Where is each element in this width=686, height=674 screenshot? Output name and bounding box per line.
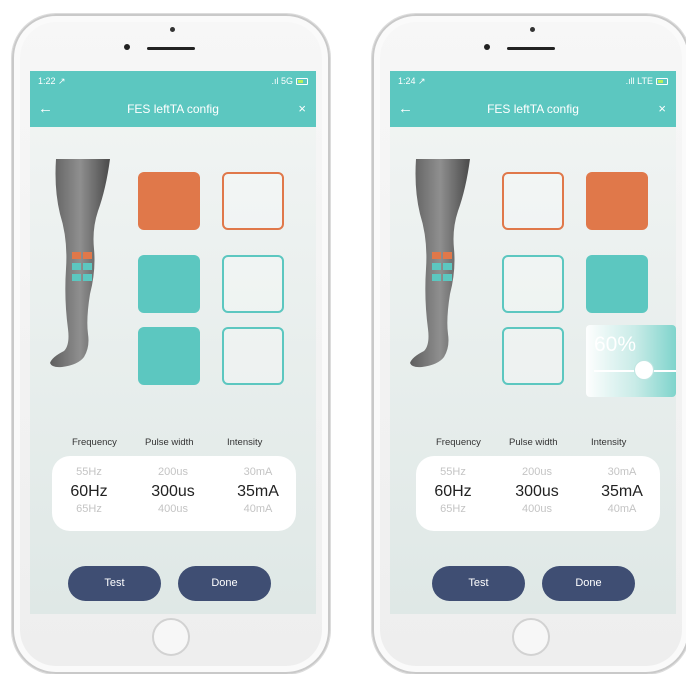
electrode-teal	[72, 274, 81, 281]
frequency-option-below[interactable]: 65Hz	[428, 503, 478, 515]
close-icon[interactable]: ×	[298, 101, 306, 116]
electrode-teal	[72, 263, 81, 270]
close-icon[interactable]: ×	[658, 101, 666, 116]
pulse-width-option-above[interactable]: 200us	[506, 466, 568, 478]
camera-dot	[170, 27, 175, 32]
frequency-header: Frequency	[436, 437, 481, 448]
earpiece-speaker	[507, 47, 555, 50]
intensity-option-above[interactable]: 30mA	[230, 466, 286, 478]
electrode-teal	[443, 274, 452, 281]
status-bar: 1:22 ↗ .ıl 5G	[30, 71, 316, 93]
done-button[interactable]: Done	[542, 566, 635, 601]
electrode-pad-r3c1[interactable]	[138, 327, 200, 385]
earpiece-speaker	[147, 47, 195, 50]
pulse-width-header: Pulse width	[509, 437, 558, 448]
frequency-selected[interactable]: 60Hz	[64, 483, 114, 501]
leg-illustration	[50, 159, 110, 368]
home-button[interactable]	[512, 618, 550, 656]
electrode-orange	[432, 252, 441, 259]
intensity-slider-popup[interactable]: 60%	[586, 325, 676, 397]
camera-dot	[530, 27, 535, 32]
pulse-width-option-below[interactable]: 400us	[506, 503, 568, 515]
status-time: 1:24 ↗	[398, 76, 426, 86]
intensity-option-above[interactable]: 30mA	[594, 466, 650, 478]
electrode-teal	[83, 263, 92, 270]
done-button[interactable]: Done	[178, 566, 271, 601]
front-camera-icon	[484, 44, 490, 50]
battery-icon	[296, 77, 308, 85]
status-indicators: .ıll LTE	[626, 76, 668, 86]
pulse-width-option-above[interactable]: 200us	[142, 466, 204, 478]
electrode-pad-r1c2[interactable]	[586, 172, 648, 230]
pulse-width-selected[interactable]: 300us	[142, 483, 204, 501]
electrode-pad-r1c1[interactable]	[138, 172, 200, 230]
parameter-picker[interactable]: 55Hz 60Hz 65Hz 200us 300us 400us 30mA 35…	[52, 456, 296, 531]
status-indicators: .ıl 5G	[271, 76, 308, 86]
frequency-header: Frequency	[72, 437, 117, 448]
slider-value: 60%	[594, 333, 637, 356]
battery-icon	[656, 77, 668, 85]
pulse-width-option-below[interactable]: 400us	[142, 503, 204, 515]
status-time: 1:22 ↗	[38, 76, 66, 86]
intensity-selected[interactable]: 35mA	[594, 483, 650, 501]
phone-frame-left: 1:22 ↗ .ıl 5G ← FES leftTA config × Freq…	[12, 14, 330, 674]
electrode-pad-r1c1[interactable]	[502, 172, 564, 230]
frequency-selected[interactable]: 60Hz	[428, 483, 478, 501]
electrode-pad-r3c1[interactable]	[502, 327, 564, 385]
frequency-option-below[interactable]: 65Hz	[64, 503, 114, 515]
signal-indicator: .ıll LTE	[625, 76, 653, 86]
phone-frame-right: 1:24 ↗ .ıll LTE ← FES leftTA config × 60…	[372, 14, 686, 674]
page-title: FES leftTA config	[127, 102, 219, 116]
electrode-pad-r2c1[interactable]	[502, 255, 564, 313]
electrode-orange	[443, 252, 452, 259]
electrode-pad-r2c1[interactable]	[138, 255, 200, 313]
parameter-picker[interactable]: 55Hz 60Hz 65Hz 200us 300us 400us 30mA 35…	[416, 456, 660, 531]
frequency-option-above[interactable]: 55Hz	[428, 466, 478, 478]
electrode-teal	[443, 263, 452, 270]
signal-indicator: .ıl 5G	[271, 76, 293, 86]
leg-illustration	[410, 159, 470, 368]
electrode-pad-r2c2[interactable]	[586, 255, 648, 313]
intensity-option-below[interactable]: 40mA	[230, 503, 286, 515]
app-screen: 1:24 ↗ .ıll LTE ← FES leftTA config × 60…	[390, 71, 676, 614]
app-screen: 1:22 ↗ .ıl 5G ← FES leftTA config × Freq…	[30, 71, 316, 614]
electrode-teal	[432, 263, 441, 270]
pulse-width-selected[interactable]: 300us	[506, 483, 568, 501]
frequency-option-above[interactable]: 55Hz	[64, 466, 114, 478]
pulse-width-header: Pulse width	[145, 437, 194, 448]
electrode-pad-r1c2[interactable]	[222, 172, 284, 230]
electrode-teal	[83, 274, 92, 281]
slider-thumb[interactable]	[634, 360, 655, 380]
electrode-orange	[83, 252, 92, 259]
electrode-teal	[432, 274, 441, 281]
nav-bar: ← FES leftTA config ×	[390, 93, 676, 127]
electrode-pad-r3c2[interactable]	[222, 327, 284, 385]
test-button[interactable]: Test	[432, 566, 525, 601]
status-bar: 1:24 ↗ .ıll LTE	[390, 71, 676, 93]
nav-bar: ← FES leftTA config ×	[30, 93, 316, 127]
front-camera-icon	[124, 44, 130, 50]
intensity-header: Intensity	[591, 437, 627, 448]
intensity-selected[interactable]: 35mA	[230, 483, 286, 501]
electrode-pad-r2c2[interactable]	[222, 255, 284, 313]
test-button[interactable]: Test	[68, 566, 161, 601]
intensity-option-below[interactable]: 40mA	[594, 503, 650, 515]
home-button[interactable]	[152, 618, 190, 656]
electrode-orange	[72, 252, 81, 259]
intensity-header: Intensity	[227, 437, 263, 448]
page-title: FES leftTA config	[487, 102, 579, 116]
